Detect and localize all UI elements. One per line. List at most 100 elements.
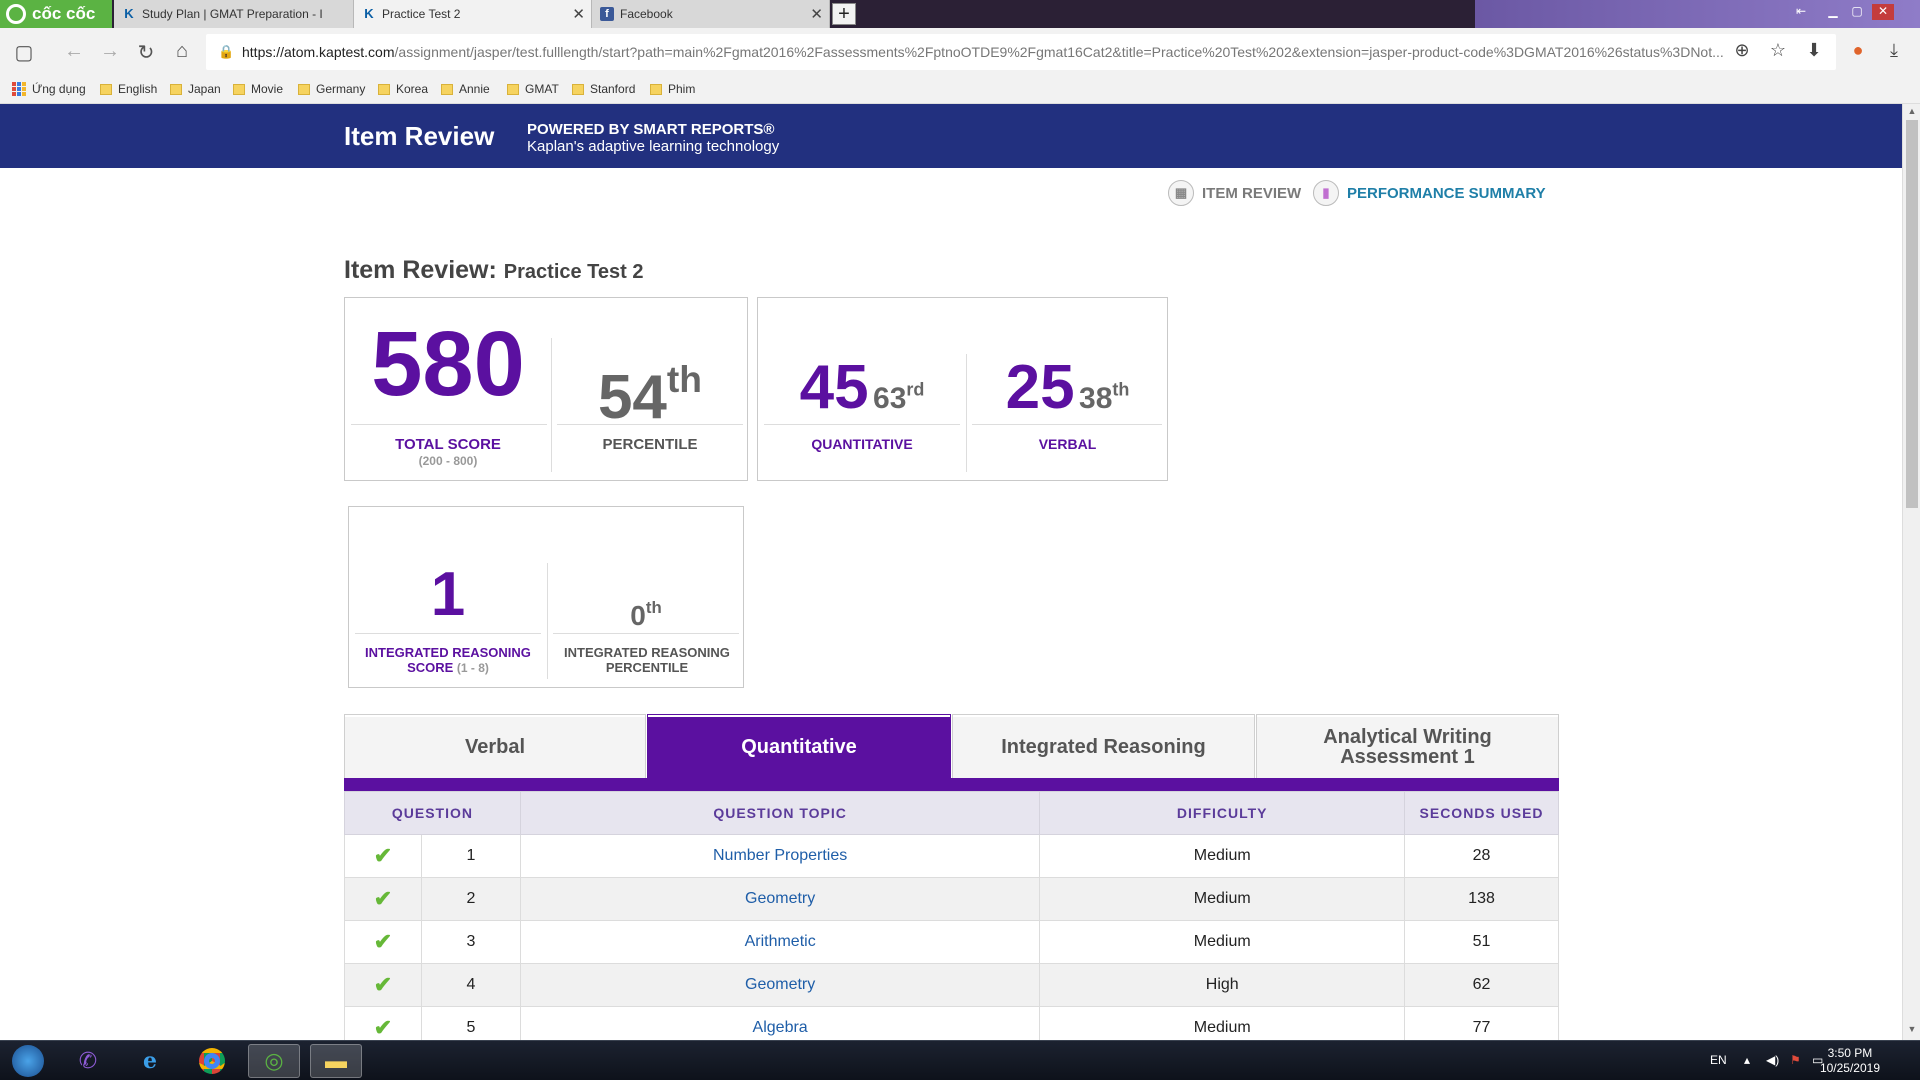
reload-icon[interactable]: ↻ [134,40,158,65]
tab-integrated-reasoning[interactable]: Integrated Reasoning [952,714,1255,778]
folder-icon [572,83,584,95]
ir-percentile-number: 0 [630,599,646,631]
bookmark-label: Annie [459,82,490,96]
seconds-cell: 51 [1404,920,1559,964]
tab-verbal[interactable]: Verbal [344,714,646,778]
kaplan-k-icon: K [364,6,374,21]
folder-icon [378,83,390,95]
new-tab-button[interactable]: + [832,3,856,25]
bookmark-label: Japan [188,82,221,96]
col-header-question[interactable]: QUESTION [344,791,521,835]
bookmark-japan[interactable]: Japan [170,82,221,96]
back-arrow-icon[interactable]: ← [62,40,86,63]
language-indicator[interactable]: EN [1710,1053,1727,1067]
question-topic-link[interactable]: Number Properties [519,834,1041,878]
question-topic-link[interactable]: Geometry [519,963,1041,1007]
speaker-icon[interactable]: ◀) [1766,1053,1779,1067]
divider [764,424,960,425]
ir-score-range: (1 - 8) [456,661,489,675]
performance-summary-link[interactable]: ▮ PERFORMANCE SUMMARY [1313,180,1546,206]
zoom-icon[interactable]: ⊕ [1730,40,1754,61]
bookmarks-bar: Ứng dụng English Japan Movie Germany Kor… [0,76,1920,104]
home-icon[interactable]: ⌂ [170,40,194,63]
bookmark-korea[interactable]: Korea [378,82,428,96]
close-tab-icon[interactable]: ✕ [810,5,823,23]
action-center-flag-icon[interactable]: ⚑ [1790,1053,1801,1067]
bookmark-english[interactable]: English [100,82,157,96]
extension-icon[interactable]: ● [1846,40,1870,61]
scroll-down-icon[interactable]: ▼ [1906,1024,1918,1036]
table-row[interactable]: ✔ 4 Geometry High 62 [344,963,1559,1007]
scroll-thumb[interactable] [1906,120,1918,508]
tab-analytical-writing[interactable]: Analytical Writing Assessment 1 [1256,714,1559,778]
percentile-number: 54 [597,363,667,433]
back-window-icon[interactable]: ⇤ [1790,4,1812,20]
url-input[interactable]: 🔒 https://atom.kaptest.com/assignment/ja… [206,34,1836,70]
bookmark-phim[interactable]: Phim [650,82,695,96]
maximize-icon[interactable]: ▢ [1846,4,1868,20]
browser-tab-study-plan[interactable]: K Study Plan | GMAT Preparation - I [114,0,354,28]
browser-brand[interactable]: cốc cốc [0,0,112,28]
total-score-value: 580 [371,313,525,415]
browser-brand-label: cốc cốc [32,4,96,23]
downloads-icon[interactable]: ⤓ [1882,40,1906,61]
difficulty-cell: Medium [1039,834,1406,878]
tagline: Kaplan's adaptive learning technology [527,138,780,155]
coccoc-taskbar-icon[interactable]: ◎ [248,1044,300,1078]
close-window-icon[interactable]: ✕ [1872,4,1894,20]
total-score-label: TOTAL SCORE [395,436,501,453]
star-bookmark-icon[interactable]: ☆ [1766,40,1790,61]
folder-icon [233,83,245,95]
folder-icon [650,83,662,95]
table-row[interactable]: ✔ 1 Number Properties Medium 28 [344,834,1559,878]
bookmark-annie[interactable]: Annie [441,82,490,96]
bookmark-apps[interactable]: Ứng dụng [12,82,86,96]
download-box-icon[interactable]: ⬇ [1802,40,1826,61]
system-clock[interactable]: 3:50 PM 10/25/2019 [1820,1046,1880,1076]
question-topic-link[interactable]: Geometry [519,877,1041,921]
tab-title: Practice Test 2 [382,7,461,21]
tray-expand-icon[interactable]: ▴ [1744,1053,1750,1067]
item-review-link[interactable]: ▦ ITEM REVIEW [1168,180,1301,206]
difficulty-cell: High [1039,963,1406,1007]
checkmark-icon: ✔ [373,972,393,997]
col-header-seconds[interactable]: SECONDS USED [1404,791,1559,835]
review-heading-label: Item Review: [344,256,497,284]
start-button[interactable] [2,1044,54,1078]
question-number: 4 [420,963,521,1007]
file-explorer-icon[interactable]: ▬ [310,1044,362,1078]
question-number: 2 [420,877,521,921]
chrome-icon[interactable] [186,1044,238,1078]
scroll-up-icon[interactable]: ▲ [1906,106,1918,118]
table-header-row: QUESTION QUESTION TOPIC DIFFICULTY SECON… [344,791,1559,835]
bookmark-stanford[interactable]: Stanford [572,82,635,96]
lock-icon: 🔒 [218,44,235,59]
browser-tab-facebook[interactable]: f Facebook ✕ [592,0,830,28]
bookmark-gmat[interactable]: GMAT [507,82,559,96]
tab-quantitative[interactable]: Quantitative [647,714,951,778]
bookmark-movie[interactable]: Movie [233,82,283,96]
table-row[interactable]: ✔ 3 Arithmetic Medium 51 [344,920,1559,964]
total-score-range: (200 - 800) [418,454,478,468]
viber-app-icon[interactable]: ✆ [62,1044,114,1078]
chrome-logo-icon [199,1048,225,1074]
minimize-icon[interactable]: ▁ [1822,4,1844,20]
browser-tab-practice-test[interactable]: K Practice Test 2 ✕ [354,0,592,28]
page-scrollbar[interactable]: ▲ ▼ [1902,104,1920,1040]
total-percentile-value: 54th [551,346,749,431]
question-table: QUESTION QUESTION TOPIC DIFFICULTY SECON… [344,791,1559,1050]
sidebar-toggle-icon[interactable]: ▢ [12,40,36,65]
difficulty-cell: Medium [1039,920,1406,964]
close-tab-icon[interactable]: ✕ [572,5,585,23]
table-row[interactable]: ✔ 2 Geometry Medium 138 [344,877,1559,921]
col-header-topic[interactable]: QUESTION TOPIC [519,791,1041,835]
col-header-difficulty[interactable]: DIFFICULTY [1039,791,1406,835]
divider [972,424,1162,425]
taskbar: ✆ e ◎ ▬ EN ▴ ◀) ⚑ ▭ 3:50 PM 10/25/2019 [0,1040,1920,1080]
internet-explorer-icon[interactable]: e [124,1044,176,1078]
checkmark-icon: ✔ [373,929,393,954]
forward-arrow-icon[interactable]: → [98,40,122,63]
question-topic-link[interactable]: Arithmetic [519,920,1041,964]
quant-score-value: 45 [799,353,869,422]
bookmark-germany[interactable]: Germany [298,82,365,96]
